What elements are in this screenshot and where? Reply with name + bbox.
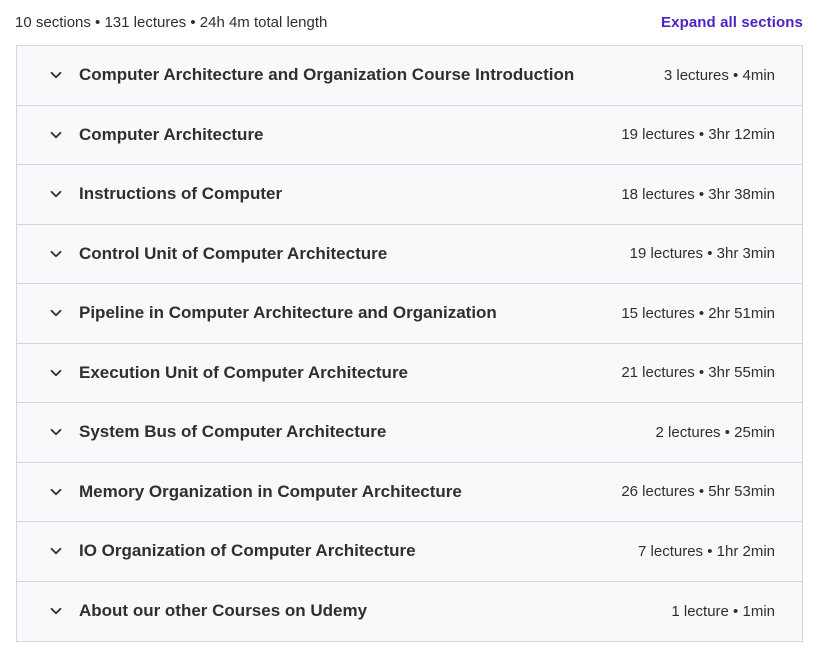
section-title: Computer Architecture and Organization C… xyxy=(79,65,575,85)
chevron-down-icon xyxy=(49,306,63,320)
section-meta: 1 lecture • 1min xyxy=(671,602,775,620)
chevron-down-icon xyxy=(49,485,63,499)
section-header[interactable]: Control Unit of Computer Architecture 19… xyxy=(17,225,802,284)
chevron-down-icon xyxy=(49,68,63,82)
course-curriculum: 10 sections • 131 lectures • 24h 4m tota… xyxy=(15,0,803,642)
section-header[interactable]: System Bus of Computer Architecture 2 le… xyxy=(17,403,802,463)
chevron-down-icon xyxy=(49,425,63,439)
chevron-down-icon xyxy=(49,604,63,618)
section-title: About our other Courses on Udemy xyxy=(79,601,368,621)
section-header[interactable]: Instructions of Computer 18 lectures • 3… xyxy=(17,165,802,225)
section-header[interactable]: About our other Courses on Udemy 1 lectu… xyxy=(17,582,802,642)
section-title: Pipeline in Computer Architecture and Or… xyxy=(79,303,497,323)
chevron-down-icon xyxy=(49,247,63,261)
chevron-down-icon xyxy=(49,366,63,380)
section-meta: 3 lectures • 4min xyxy=(663,66,775,84)
chevron-down-icon xyxy=(49,544,63,558)
section-title: System Bus of Computer Architecture xyxy=(79,422,387,442)
section-title: Control Unit of Computer Architecture xyxy=(79,243,388,263)
section-meta: 19 lectures • 3hr 3min xyxy=(629,245,775,263)
curriculum-summary: 10 sections • 131 lectures • 24h 4m tota… xyxy=(15,14,328,31)
section-title: Computer Architecture xyxy=(79,124,264,144)
section-header[interactable]: Execution Unit of Computer Architecture … xyxy=(17,344,802,403)
section-meta: 18 lectures • 3hr 38min xyxy=(621,185,775,203)
section-header[interactable]: Memory Organization in Computer Architec… xyxy=(17,463,802,522)
section-header[interactable]: IO Organization of Computer Architecture… xyxy=(17,522,802,582)
section-header[interactable]: Pipeline in Computer Architecture and Or… xyxy=(17,284,802,344)
section-header[interactable]: Computer Architecture 19 lectures • 3hr … xyxy=(17,106,802,165)
section-meta: 15 lectures • 2hr 51min xyxy=(621,304,775,322)
section-meta: 21 lectures • 3hr 55min xyxy=(621,364,775,382)
section-meta: 26 lectures • 5hr 53min xyxy=(621,483,775,501)
expand-all-sections-button[interactable]: Expand all sections xyxy=(661,14,803,31)
sections-list: Computer Architecture and Organization C… xyxy=(16,45,803,642)
chevron-down-icon xyxy=(49,128,63,142)
curriculum-summary-bar: 10 sections • 131 lectures • 24h 4m tota… xyxy=(15,0,803,45)
section-title: IO Organization of Computer Architecture xyxy=(79,541,416,561)
section-meta: 19 lectures • 3hr 12min xyxy=(621,126,775,144)
chevron-down-icon xyxy=(49,187,63,201)
section-meta: 2 lectures • 25min xyxy=(655,423,775,441)
section-title: Instructions of Computer xyxy=(79,184,283,204)
section-header[interactable]: Computer Architecture and Organization C… xyxy=(17,46,802,106)
section-title: Memory Organization in Computer Architec… xyxy=(79,481,462,501)
section-title: Execution Unit of Computer Architecture xyxy=(79,362,409,382)
section-meta: 7 lectures • 1hr 2min xyxy=(638,542,775,560)
